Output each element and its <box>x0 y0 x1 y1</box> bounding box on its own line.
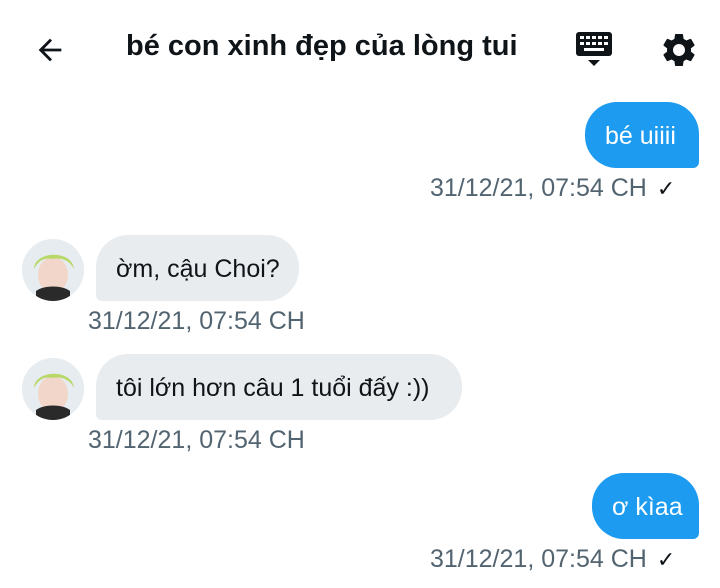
back-button[interactable] <box>28 28 72 72</box>
timestamp-text: 31/12/21, 07:54 CH <box>430 545 647 573</box>
message-bubble-outgoing[interactable]: ơ kìaa <box>592 473 699 539</box>
back-arrow-icon <box>38 38 62 62</box>
message-timestamp: 31/12/21, 07:54 CH <box>88 307 305 336</box>
timestamp-text: 31/12/21, 07:54 CH <box>88 307 305 335</box>
keyboard-icon <box>576 32 612 66</box>
avatar-icon <box>22 358 84 420</box>
message-timestamp: 31/12/21, 07:54 CH <box>88 426 305 455</box>
message-bubble-incoming[interactable]: ờm, cậu Choi? <box>96 235 299 301</box>
message-timestamp: 31/12/21, 07:54 CH ✓ <box>430 545 675 574</box>
timestamp-text: 31/12/21, 07:54 CH <box>430 174 647 202</box>
keyboard-button[interactable] <box>572 28 618 72</box>
gear-icon <box>663 33 695 66</box>
sent-check-icon: ✓ <box>656 546 676 572</box>
message-bubble-incoming[interactable]: tôi lớn hơn câu 1 tuổi đấy :)) <box>96 354 462 420</box>
message-timestamp: 31/12/21, 07:54 CH ✓ <box>430 174 675 203</box>
conversation-header: bé con xinh đẹp của lòng tui <box>0 0 720 96</box>
avatar[interactable] <box>22 239 84 301</box>
conversation-title: bé con xinh đẹp của lòng tui <box>126 30 518 62</box>
avatar-icon <box>22 239 84 301</box>
message-bubble-outgoing[interactable]: bé uiiii <box>585 102 699 168</box>
timestamp-text: 31/12/21, 07:54 CH <box>88 426 305 454</box>
avatar[interactable] <box>22 358 84 420</box>
sent-check-icon: ✓ <box>656 175 676 201</box>
settings-button[interactable] <box>656 28 702 72</box>
